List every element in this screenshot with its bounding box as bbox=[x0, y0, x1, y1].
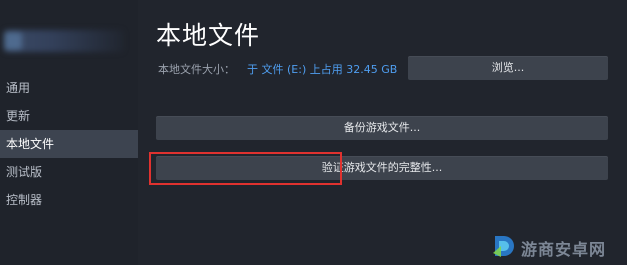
sidebar-item-local-files[interactable]: 本地文件 bbox=[0, 130, 138, 158]
size-label: 本地文件大小： bbox=[158, 63, 235, 76]
sidebar-item-betas[interactable]: 测试版 bbox=[0, 158, 138, 186]
sidebar-item-controller[interactable]: 控制器 bbox=[0, 186, 138, 214]
watermark-text: 游商安卓网 bbox=[521, 240, 607, 259]
local-files-size-row: 本地文件大小： 于 文件 (E:) 上占用 32.45 GB bbox=[158, 61, 397, 77]
sidebar-item-general[interactable]: 通用 bbox=[0, 74, 138, 102]
size-value-link[interactable]: 于 文件 (E:) 上占用 32.45 GB bbox=[247, 63, 397, 76]
game-icon bbox=[4, 32, 22, 50]
page-title: 本地文件 bbox=[156, 21, 261, 50]
backup-game-files-button[interactable]: 备份游戏文件... bbox=[156, 116, 608, 140]
main-panel: 本地文件 本地文件大小： 于 文件 (E:) 上占用 32.45 GB 浏览...… bbox=[138, 0, 627, 265]
watermark: 游商安卓网 bbox=[491, 231, 621, 261]
sidebar-item-updates[interactable]: 更新 bbox=[0, 102, 138, 130]
browse-button[interactable]: 浏览... bbox=[408, 56, 608, 80]
verify-integrity-button[interactable]: 验证游戏文件的完整性... bbox=[156, 156, 608, 180]
steam-properties-window: 通用 更新 本地文件 测试版 控制器 本地文件 本地文件大小： 于 文件 (E:)… bbox=[0, 0, 627, 265]
sidebar-nav: 通用 更新 本地文件 测试版 控制器 bbox=[0, 74, 138, 214]
sidebar: 通用 更新 本地文件 测试版 控制器 bbox=[0, 0, 138, 265]
watermark-logo-icon bbox=[493, 236, 514, 257]
blurred-game-name bbox=[4, 30, 124, 52]
